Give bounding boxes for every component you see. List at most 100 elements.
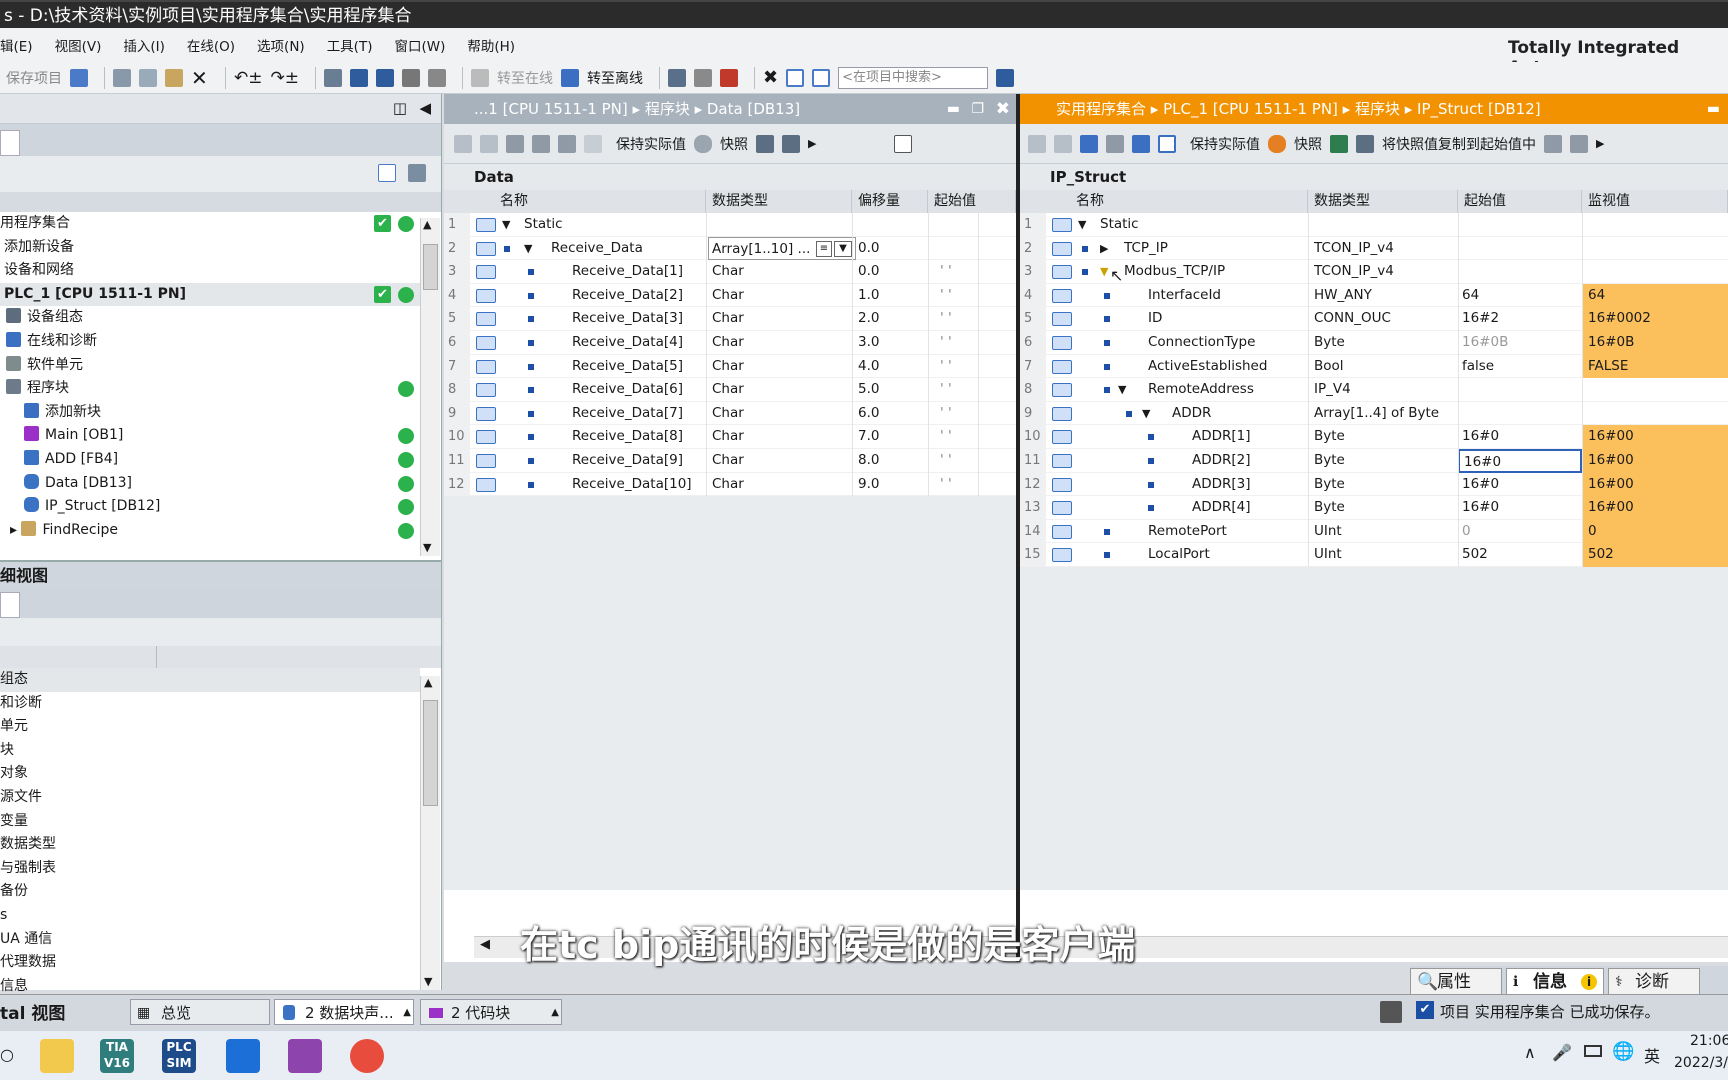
table-row[interactable]: 12 Receive_Data[10] Char 9.0 ' ': [444, 472, 1016, 497]
table-row[interactable]: 10 ADDR[1] Byte 16#0 16#00: [1020, 425, 1728, 449]
cell-datatype[interactable]: Char: [712, 307, 852, 331]
expand-arrow-icon[interactable]: ▼: [1118, 378, 1126, 402]
upload-icon[interactable]: [376, 68, 394, 87]
monitor-icon[interactable]: [584, 134, 602, 153]
expand-arrow-icon[interactable]: ▼: [1100, 260, 1108, 284]
help-query-icon[interactable]: [668, 68, 686, 87]
plcsim-icon[interactable]: PLC SIM: [162, 1039, 196, 1073]
cell-monitor-value[interactable]: [1582, 260, 1728, 284]
menu-item-3[interactable]: 在线(O): [187, 35, 235, 55]
menu-item-7[interactable]: 帮助(H): [467, 35, 515, 55]
load-start-icon[interactable]: [1570, 134, 1588, 153]
cell-start-value[interactable]: [1458, 378, 1582, 402]
db-editor-tab[interactable]: 2 数据块声... ▲: [274, 999, 414, 1025]
cell-datatype[interactable]: Char: [712, 284, 852, 308]
cell-offset[interactable]: [858, 213, 928, 237]
tree-item[interactable]: 添加新块: [0, 401, 428, 425]
cell-datatype[interactable]: Char: [712, 331, 852, 355]
cell-name[interactable]: ID: [1148, 307, 1328, 331]
code-block-tab[interactable]: 2 代码块 ▲: [420, 999, 562, 1025]
table-row[interactable]: 2 ▶ TCP_IP TCON_IP_v4: [1020, 236, 1728, 261]
minimize-icon[interactable]: ▬: [1707, 94, 1720, 124]
cell-start-value[interactable]: ' ': [940, 378, 1010, 402]
cell-offset[interactable]: 0.0: [858, 237, 928, 261]
insert-row-icon[interactable]: [454, 134, 472, 153]
cell-datatype[interactable]: Byte: [1314, 331, 1458, 355]
battery-icon[interactable]: [1584, 1045, 1602, 1057]
expand-all-icon[interactable]: [558, 134, 576, 153]
clock-date[interactable]: 2022/3/: [1674, 1055, 1728, 1071]
cell-name[interactable]: Receive_Data[7]: [572, 402, 732, 426]
cell-start-value[interactable]: ' ': [940, 331, 1010, 355]
cell-datatype[interactable]: IP_V4: [1314, 378, 1458, 402]
editor1-layout-icon[interactable]: [894, 134, 913, 153]
cell-datatype[interactable]: Byte: [1314, 449, 1458, 473]
cell-start-value[interactable]: ' ': [940, 473, 1010, 497]
table-row[interactable]: 2 ▼ Receive_Data Array[1..10] ... ≡ ▼ 0.0: [444, 236, 1016, 261]
info-tab[interactable]: ℹ 信息 i: [1506, 968, 1604, 995]
tray-chevron-icon[interactable]: ∧: [1524, 1043, 1536, 1062]
tree-sync-icon[interactable]: [408, 164, 426, 182]
cell-name[interactable]: Receive_Data[6]: [572, 378, 732, 402]
cell-monitor-value[interactable]: 16#0002: [1582, 307, 1728, 331]
cell-start-value[interactable]: 16#0: [1458, 425, 1582, 449]
cell-start-value[interactable]: 502: [1458, 543, 1582, 567]
accessible-devices-icon[interactable]: [428, 68, 446, 87]
screen-recorder-icon[interactable]: [350, 1039, 384, 1073]
detail-item[interactable]: 代理数据: [0, 951, 420, 975]
cell-name[interactable]: RemotePort: [1148, 520, 1328, 544]
more-tools-icon[interactable]: ▶: [1596, 132, 1604, 156]
cell-name[interactable]: Receive_Data: [551, 237, 711, 261]
reference-icon[interactable]: [694, 68, 712, 87]
expand-arrow-icon[interactable]: ▼: [502, 213, 510, 237]
purple-app-icon[interactable]: [288, 1039, 322, 1073]
detail-item[interactable]: 与强制表: [0, 857, 420, 881]
cell-name[interactable]: Static: [524, 213, 684, 237]
cell-name[interactable]: Modbus_TCP/IP: [1124, 260, 1304, 284]
table-row[interactable]: 4 Receive_Data[2] Char 1.0 ' ': [444, 283, 1016, 308]
detail-item[interactable]: 块: [0, 739, 420, 763]
cell-start-value[interactable]: ' ': [940, 355, 1010, 379]
cell-start-value[interactable]: [1458, 213, 1582, 237]
keep-values-icon[interactable]: [694, 134, 712, 153]
cell-datatype[interactable]: Char: [712, 473, 852, 497]
cell-offset[interactable]: 1.0: [858, 284, 928, 308]
tree-item[interactable]: ▸ FindRecipe: [0, 519, 428, 543]
print-icon[interactable]: [70, 68, 88, 87]
tree-item[interactable]: PLC_1 [CPU 1511-1 PN] ✔: [0, 282, 428, 307]
expand-arrow-icon[interactable]: ▼: [524, 237, 532, 261]
detail-item[interactable]: 数据类型: [0, 833, 420, 857]
dropdown-chevron-icon[interactable]: ▼: [834, 240, 852, 257]
cell-name[interactable]: Receive_Data[9]: [572, 449, 732, 473]
load-icon[interactable]: [532, 134, 550, 153]
cell-name[interactable]: Static: [1100, 213, 1280, 237]
cell-monitor-value[interactable]: FALSE: [1582, 354, 1728, 379]
menu-item-2[interactable]: 插入(I): [123, 35, 165, 55]
reset-start-icon[interactable]: [506, 134, 524, 153]
cell-start-value[interactable]: 64: [1458, 284, 1582, 308]
scroll-left-icon[interactable]: ◀: [480, 937, 490, 952]
cell-datatype[interactable]: [1314, 213, 1458, 237]
expand-arrow-icon[interactable]: ▼: [1078, 213, 1086, 237]
table-row[interactable]: 4 InterfaceId HW_ANY 64 64: [1020, 283, 1728, 308]
table-row[interactable]: 5 Receive_Data[3] Char 2.0 ' ': [444, 307, 1016, 331]
split-vertical-icon[interactable]: [812, 68, 831, 87]
cell-offset[interactable]: 8.0: [858, 449, 928, 473]
split-horizontal-icon[interactable]: [786, 68, 805, 87]
tree-item[interactable]: Main [OB1]: [0, 424, 428, 448]
scroll-up-icon[interactable]: ▲: [423, 218, 431, 231]
project-search-input[interactable]: <在项目中搜索>: [838, 66, 989, 89]
overview-tab[interactable]: ▦ 总览: [130, 999, 270, 1025]
cell-datatype[interactable]: CONN_OUC: [1314, 307, 1458, 331]
cell-datatype[interactable]: UInt: [1314, 520, 1458, 544]
cell-offset[interactable]: 3.0: [858, 331, 928, 355]
portal-view-button[interactable]: tal 视图: [0, 999, 65, 1024]
tree-item[interactable]: 软件单元: [0, 354, 428, 378]
tree-item[interactable]: 程序块: [0, 377, 428, 401]
detail-item[interactable]: 变量: [0, 810, 420, 834]
cell-monitor-value[interactable]: 16#00: [1582, 496, 1728, 520]
load-icon[interactable]: [1106, 134, 1124, 153]
cell-monitor-value[interactable]: 64: [1582, 283, 1728, 308]
scroll-thumb[interactable]: [423, 244, 438, 290]
cut-icon[interactable]: [113, 68, 131, 87]
